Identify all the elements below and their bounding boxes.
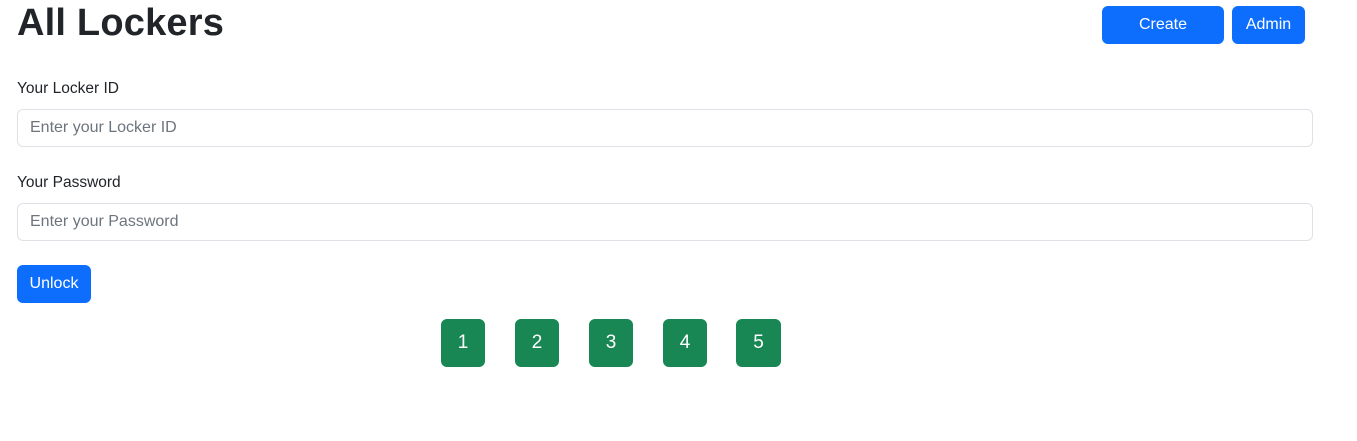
locker-button-2[interactable]: 2 <box>515 319 559 367</box>
locker-button-1[interactable]: 1 <box>441 319 485 367</box>
locker-button-5[interactable]: 5 <box>736 319 781 367</box>
page-title: All Lockers <box>17 2 225 44</box>
password-label: Your Password <box>17 174 121 191</box>
locker-button-4[interactable]: 4 <box>663 319 707 367</box>
admin-button[interactable]: Admin <box>1232 6 1305 44</box>
locker-button-3[interactable]: 3 <box>589 319 633 367</box>
create-locker-button[interactable]: Create Locker <box>1102 6 1224 71</box>
password-input[interactable] <box>17 203 1313 241</box>
unlock-button[interactable]: Unlock <box>17 265 91 303</box>
header-actions: Create Locker Admin <box>1102 6 1305 71</box>
locker-id-label: Your Locker ID <box>17 80 119 97</box>
locker-id-input[interactable] <box>17 109 1313 147</box>
